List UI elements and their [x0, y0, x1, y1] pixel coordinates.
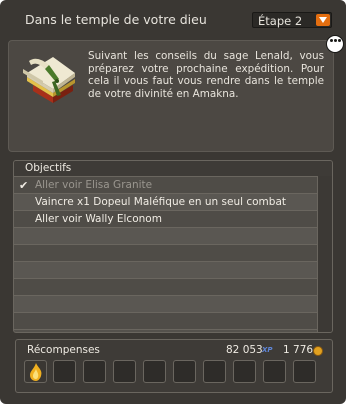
empty-row: [14, 296, 318, 313]
objectives-scrollbar[interactable]: [317, 176, 332, 332]
reward-slot[interactable]: [24, 360, 47, 383]
objective-row: ✔ Aller voir Elisa Granite: [14, 177, 318, 194]
objective-label: Vaincre x1 Dopeul Maléfique en un seul c…: [35, 196, 286, 208]
kamas-reward: 1 776: [283, 344, 314, 356]
chevron-down-icon[interactable]: [316, 14, 330, 26]
reward-slot[interactable]: [293, 360, 316, 383]
rewards-panel: Récompenses 82 053 XP 1 776: [15, 339, 333, 393]
reward-slot[interactable]: [113, 360, 136, 383]
objectives-header-label: Objectifs: [25, 162, 72, 174]
empty-row: [14, 313, 318, 330]
objectives-header: Objectifs: [14, 161, 332, 177]
empty-row: [14, 279, 318, 296]
reward-slot[interactable]: [203, 360, 226, 383]
step-dropdown[interactable]: Étape 2: [252, 12, 332, 28]
scroll-bundle-icon: [19, 51, 79, 111]
xp-icon: XP: [262, 346, 273, 354]
quest-description-card: Suivant les conseils du sage Lenald, vou…: [8, 40, 334, 152]
empty-row: [14, 245, 318, 262]
more-options-button[interactable]: [326, 35, 344, 53]
objectives-list: Objectifs ✔ Aller voir Elisa Granite Vai…: [13, 160, 333, 333]
reward-slot[interactable]: [233, 360, 256, 383]
objective-row: Aller voir Wally Elconom: [14, 211, 318, 228]
xp-reward: 82 053: [226, 344, 263, 356]
empty-row: [14, 228, 318, 245]
reward-slot[interactable]: [263, 360, 286, 383]
empty-row: [14, 262, 318, 279]
quest-description: Suivant les conseils du sage Lenald, vou…: [88, 50, 324, 100]
check-icon: ✔: [19, 179, 29, 192]
reward-slot[interactable]: [173, 360, 196, 383]
reward-slot[interactable]: [83, 360, 106, 383]
objective-label: Aller voir Elisa Granite: [35, 179, 153, 191]
quest-panel: Dans le temple de votre dieu Étape 2 Sui…: [0, 0, 346, 404]
step-dropdown-value: Étape 2: [258, 14, 303, 28]
reward-slot[interactable]: [143, 360, 166, 383]
reward-slot[interactable]: [53, 360, 76, 383]
kama-icon: [313, 346, 323, 356]
objective-label: Aller voir Wally Elconom: [35, 213, 162, 225]
flame-icon: [30, 363, 42, 381]
rewards-label: Récompenses: [27, 344, 100, 356]
quest-title: Dans le temple de votre dieu: [25, 12, 207, 27]
objective-row: Vaincre x1 Dopeul Maléfique en un seul c…: [14, 194, 318, 211]
